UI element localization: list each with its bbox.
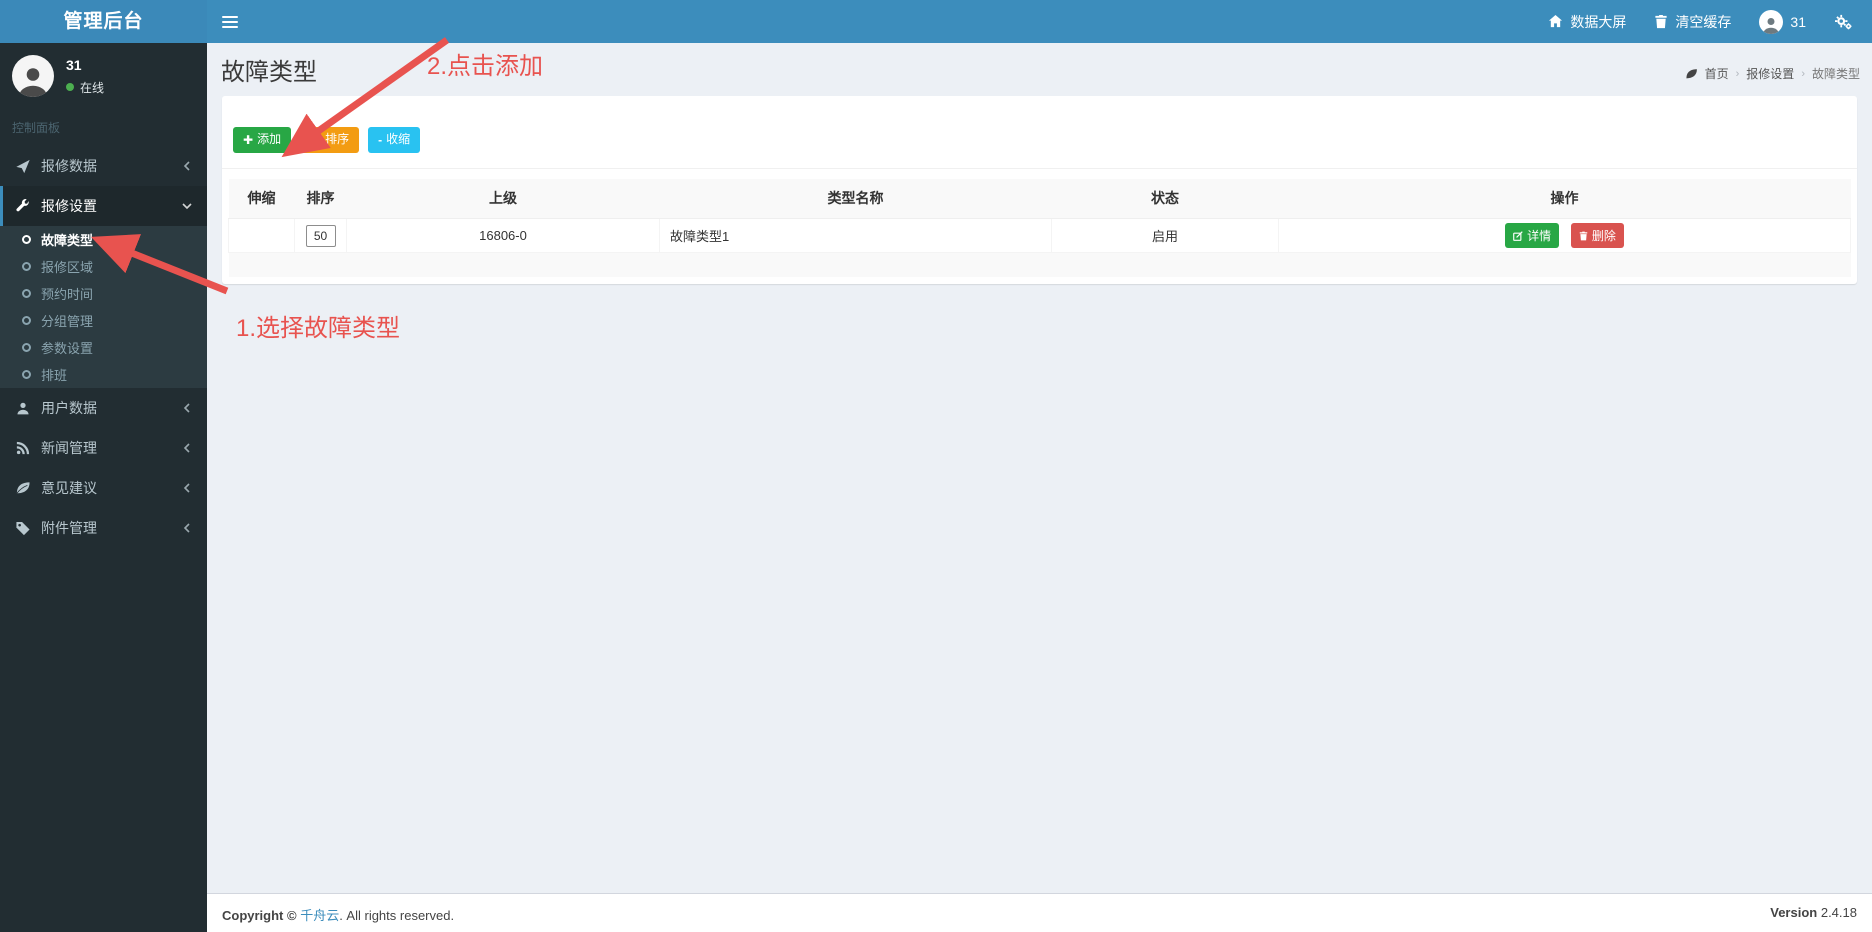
brand-link[interactable]: 千舟云 — [300, 908, 339, 923]
wrench-icon — [16, 198, 29, 211]
breadcrumb: 首页 › 报修设置 › 故障类型 — [1685, 65, 1860, 82]
circle-o-icon — [22, 316, 31, 325]
chevron-left-icon — [183, 403, 190, 413]
trash-icon — [1655, 14, 1668, 29]
submenu-item-fault-type[interactable]: 故障类型 — [0, 226, 207, 253]
breadcrumb-current: 故障类型 — [1811, 67, 1860, 81]
table-row: 16806-0 故障类型1 启用 详情 删除 — [228, 218, 1851, 254]
chevron-left-icon — [183, 483, 190, 493]
sidebar-item-repair-data[interactable]: 报修数据 — [0, 146, 207, 186]
sidebar-user-status: 在线 — [66, 79, 104, 96]
home-icon — [1549, 14, 1563, 28]
col-header-type-name: 类型名称 — [659, 178, 1052, 220]
submenu-item-booking-time[interactable]: 预约时间 — [0, 280, 207, 307]
detail-button[interactable]: 详情 — [1505, 223, 1560, 249]
fault-type-card: ✚ 添加 排序 - 收缩 伸缩 排序 上级 类型名称 状态 操作 50 1680… — [222, 96, 1857, 284]
cell-type-name: 故障类型1 — [659, 218, 1052, 254]
big-screen-label: 数据大屏 — [1570, 13, 1627, 30]
breadcrumb-separator: › — [1801, 67, 1805, 80]
leaf-icon — [16, 482, 30, 494]
circle-o-icon — [22, 289, 31, 298]
content-area: 故障类型 首页 › 报修设置 › 故障类型 ✚ 添加 排序 - 收缩 伸缩 排序… — [207, 43, 1872, 893]
cell-actions: 详情 删除 — [1278, 218, 1851, 254]
repair-settings-submenu: 故障类型 报修区域 预约时间 分组管理 参数设置 排班 — [0, 226, 207, 388]
sidebar-user-panel: 31 在线 — [0, 43, 207, 111]
circle-o-icon — [22, 343, 31, 352]
cell-sort — [294, 218, 347, 254]
chevron-left-icon — [183, 523, 190, 533]
online-dot-icon — [66, 83, 74, 91]
table-container: 伸缩 排序 上级 类型名称 状态 操作 16806-0 — [222, 169, 1857, 277]
sidebar-item-attachment-manage[interactable]: 附件管理 — [0, 508, 207, 548]
hamburger-icon — [222, 13, 238, 31]
col-header-stretch: 伸缩 — [228, 178, 295, 220]
paper-plane-icon — [16, 159, 30, 173]
user-avatar-icon — [1759, 9, 1784, 34]
clear-cache-link[interactable]: 清空缓存 — [1640, 0, 1745, 43]
collapse-button[interactable]: - 收缩 — [368, 127, 421, 153]
card-toolbar: ✚ 添加 排序 - 收缩 — [222, 96, 1857, 169]
col-header-parent: 上级 — [346, 178, 660, 220]
big-screen-link[interactable]: 数据大屏 — [1534, 0, 1640, 43]
table-header-row: 伸缩 排序 上级 类型名称 状态 操作 — [228, 178, 1851, 220]
submenu-item-param-settings[interactable]: 参数设置 — [0, 334, 207, 361]
circle-o-icon — [22, 262, 31, 271]
tag-icon — [16, 521, 30, 535]
cell-parent: 16806-0 — [346, 218, 660, 254]
circle-o-icon — [22, 370, 31, 379]
tag-icon — [310, 134, 321, 145]
col-header-sort: 排序 — [294, 178, 347, 220]
sidebar-user-name: 31 — [66, 56, 82, 73]
fault-type-table: 伸缩 排序 上级 类型名称 状态 操作 16806-0 — [228, 178, 1851, 277]
app-logo[interactable]: 管理后台 — [0, 0, 207, 43]
breadcrumb-separator: › — [1735, 67, 1740, 80]
chevron-left-icon — [183, 443, 190, 453]
plus-icon: ✚ — [243, 132, 254, 147]
chevron-left-icon — [183, 161, 190, 171]
submenu-item-shift[interactable]: 排班 — [0, 361, 207, 388]
copyright-text: Copyright © 千舟云. All rights reserved. — [222, 908, 455, 923]
user-icon — [17, 402, 29, 415]
edit-icon — [1513, 230, 1523, 241]
version-text: Version 2.4.18 — [1770, 905, 1857, 920]
sort-value-input[interactable] — [305, 224, 336, 247]
empty-stripe-row — [228, 252, 1851, 277]
main-footer: Copyright © 千舟云. All rights reserved. Ve… — [207, 893, 1872, 932]
sidebar-section-label: 控制面板 — [12, 121, 61, 135]
settings-menu[interactable] — [1820, 0, 1866, 43]
col-header-actions: 操作 — [1278, 178, 1851, 220]
delete-button[interactable]: 删除 — [1570, 223, 1624, 249]
cell-stretch — [228, 218, 295, 254]
submenu-item-group-manage[interactable]: 分组管理 — [0, 307, 207, 334]
user-badge-label: 31 — [1790, 13, 1806, 30]
breadcrumb-section[interactable]: 报修设置 — [1746, 65, 1794, 82]
col-header-status: 状态 — [1051, 178, 1279, 220]
sidebar-item-news-manage[interactable]: 新闻管理 — [0, 428, 207, 468]
sort-button[interactable]: 排序 — [300, 127, 360, 153]
page-title: 故障类型 — [221, 59, 317, 86]
minus-icon: - — [378, 132, 383, 147]
sidebar-item-repair-settings[interactable]: 报修设置 — [0, 186, 207, 226]
main-header: 管理后台 数据大屏 清空缓存 31 — [0, 0, 1872, 43]
breadcrumb-leaf-icon — [1686, 68, 1697, 78]
submenu-item-repair-area[interactable]: 报修区域 — [0, 253, 207, 280]
user-menu[interactable]: 31 — [1745, 0, 1820, 43]
breadcrumb-home[interactable]: 首页 — [1705, 65, 1729, 82]
sidebar-toggle-button[interactable] — [207, 0, 253, 43]
top-navbar: 数据大屏 清空缓存 31 — [207, 0, 1872, 43]
navbar-right: 数据大屏 清空缓存 31 — [1534, 0, 1866, 43]
add-button[interactable]: ✚ 添加 — [233, 127, 292, 153]
trash-icon — [1579, 231, 1588, 240]
rss-icon — [16, 441, 30, 455]
cell-status: 启用 — [1051, 218, 1279, 254]
sidebar: 31 在线 控制面板 报修数据 报修设置 故障类型 报修区域 预约时间 分组管理… — [0, 43, 207, 932]
sidebar-avatar — [12, 55, 54, 97]
chevron-down-icon — [182, 203, 192, 210]
cogs-icon — [1835, 14, 1852, 29]
circle-o-icon — [22, 235, 31, 244]
clear-cache-label: 清空缓存 — [1675, 13, 1732, 30]
sidebar-item-user-data[interactable]: 用户数据 — [0, 388, 207, 428]
sidebar-item-feedback[interactable]: 意见建议 — [0, 468, 207, 508]
